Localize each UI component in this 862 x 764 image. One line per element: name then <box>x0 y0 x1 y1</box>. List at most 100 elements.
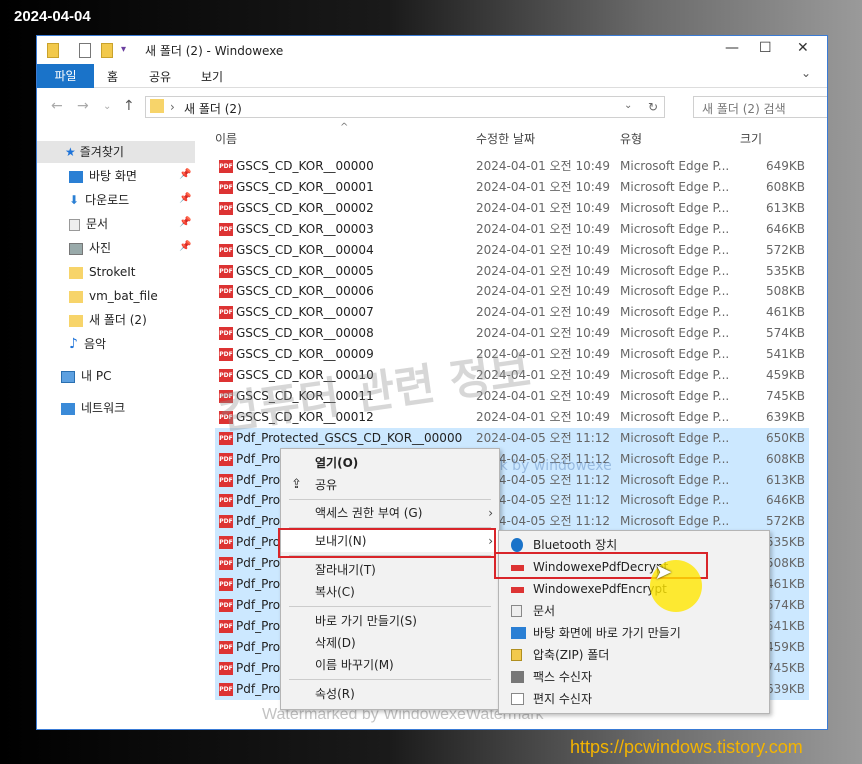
sidebar-item-pictures[interactable]: 사진 <box>69 237 111 259</box>
menu-item-delete[interactable]: 삭제(D) <box>281 632 499 654</box>
sidebar-item-desktop[interactable]: 바탕 화면 <box>69 165 137 187</box>
file-size: 639KB <box>765 681 805 696</box>
file-type: Microsoft Edge P... <box>620 326 730 341</box>
site-url: https://pcwindows.tistory.com <box>570 737 803 757</box>
refresh-icon[interactable]: ↻ <box>648 100 658 114</box>
file-name: GSCS_CD_KOR__00008 <box>236 326 374 341</box>
file-size: 608KB <box>765 451 805 466</box>
table-row[interactable]: PDF GSCS_CD_KOR__00004 2024-04-01 오전 10:49… <box>215 240 809 261</box>
sidebar-item-new-folder-2[interactable]: 새 폴더 (2) <box>69 309 147 331</box>
ribbon-expand-icon[interactable]: ⌄ <box>801 66 811 80</box>
column-size[interactable]: 크기 <box>740 130 762 147</box>
sidebar-item-music[interactable]: ♪ 음악 <box>69 333 106 355</box>
file-size: 574KB <box>765 326 805 341</box>
table-row[interactable]: PDF GSCS_CD_KOR__00006 2024-04-01 오전 10:49… <box>215 281 809 302</box>
menu-item-give-access[interactable]: 액세스 권한 부여 (G) › <box>281 502 499 524</box>
file-type: Microsoft Edge P... <box>620 347 730 362</box>
address-bar[interactable]: › 새 폴더 (2) ⌄ ↻ <box>145 96 665 118</box>
file-size: 574KB <box>765 597 805 612</box>
sidebar-item-network[interactable]: 네트워크 <box>61 397 125 419</box>
back-icon[interactable]: ← <box>51 98 63 114</box>
submenu-item-desktop-shortcut[interactable]: 바탕 화면에 바로 가기 만들기 <box>499 622 769 644</box>
table-row[interactable]: PDF GSCS_CD_KOR__00003 2024-04-01 오전 10:49… <box>215 219 809 240</box>
column-type[interactable]: 유형 <box>620 130 642 147</box>
submenu-item-zip[interactable]: 압축(ZIP) 폴더 <box>499 644 769 666</box>
address-dropdown-icon[interactable]: ⌄ <box>624 100 632 111</box>
pdf-icon <box>511 587 524 593</box>
network-icon <box>61 402 75 415</box>
table-row[interactable]: PDF GSCS_CD_KOR__00000 2024-04-01 오전 10:49… <box>215 156 809 177</box>
forward-icon[interactable]: → <box>77 98 89 114</box>
breadcrumb-separator-icon: › <box>170 100 175 114</box>
menu-item-share[interactable]: ⇪ 공유 <box>281 474 499 496</box>
pdf-icon: PDF <box>219 201 233 215</box>
file-date: 2024-04-01 오전 10:49 <box>476 159 611 173</box>
menu-item-copy[interactable]: 복사(C) <box>281 581 499 603</box>
submenu-item-documents[interactable]: 문서 <box>499 600 769 622</box>
properties-icon[interactable] <box>79 43 91 58</box>
folder-icon <box>69 290 83 303</box>
new-folder-icon[interactable] <box>101 43 113 58</box>
search-input[interactable]: 새 폴더 (2) 검색 <box>693 96 827 118</box>
file-size: 459KB <box>765 639 805 654</box>
pdf-icon: PDF <box>219 348 233 362</box>
file-size: 639KB <box>765 409 805 424</box>
maximize-button[interactable]: ☐ <box>759 40 772 56</box>
fax-icon <box>511 671 524 683</box>
mail-icon <box>511 693 524 705</box>
menu-item-properties[interactable]: 속성(R) <box>281 683 499 705</box>
menu-item-open[interactable]: 열기(O) <box>281 452 499 474</box>
table-row[interactable]: PDF GSCS_CD_KOR__00002 2024-04-01 오전 10:49… <box>215 198 809 219</box>
menu-item-create-shortcut[interactable]: 바로 가기 만들기(S) <box>281 610 499 632</box>
pdf-icon: PDF <box>219 515 233 529</box>
file-name: GSCS_CD_KOR__00000 <box>236 159 374 173</box>
file-type: Microsoft Edge P... <box>620 221 730 236</box>
pdf-icon: PDF <box>219 578 233 591</box>
pdf-icon: PDF <box>219 557 233 571</box>
table-row[interactable]: PDF GSCS_CD_KOR__00001 2024-04-01 오전 10:49… <box>215 177 809 198</box>
navigation-pane: ★ 즐겨찾기 바탕 화면 📌 ⬇ 다운로드 📌 문서 📌 사진 📌 StrokeIt… <box>37 128 215 728</box>
file-name: GSCS_CD_KOR__00005 <box>236 263 374 278</box>
table-row[interactable]: PDF Pdf_Protected_GSCS_CD_KOR__00000 2024-… <box>215 427 809 449</box>
sidebar-item-documents[interactable]: 문서 <box>69 213 108 235</box>
tab-file[interactable]: 파일 <box>37 64 94 88</box>
sort-arrow-icon: ^ <box>340 122 349 133</box>
menu-item-rename[interactable]: 이름 바꾸기(M) <box>281 654 499 676</box>
pdf-icon: PDF <box>219 222 233 236</box>
sidebar-item-this-pc[interactable]: 내 PC <box>61 365 111 387</box>
minimize-button[interactable]: — <box>725 40 739 56</box>
tab-view[interactable]: 보기 <box>201 68 223 85</box>
sidebar-item-downloads[interactable]: ⬇ 다운로드 <box>69 189 129 211</box>
table-row[interactable]: PDF GSCS_CD_KOR__00007 2024-04-01 오전 10:49… <box>215 302 809 323</box>
sidebar-item-quick-access[interactable]: ★ 즐겨찾기 <box>37 141 195 163</box>
column-date[interactable]: 수정한 날짜 <box>476 130 535 147</box>
close-button[interactable]: ✕ <box>797 40 809 56</box>
file-name: Pdf_Prot <box>236 493 285 508</box>
folder-icon <box>69 266 83 279</box>
table-row[interactable]: PDF GSCS_CD_KOR__00005 2024-04-01 오전 10:49… <box>215 261 809 282</box>
submenu-item-mail[interactable]: 편지 수신자 <box>499 688 769 710</box>
chevron-down-icon[interactable]: ▾ <box>121 44 126 55</box>
tab-share[interactable]: 공유 <box>149 68 171 85</box>
up-icon[interactable]: ↑ <box>123 98 135 114</box>
file-type: Microsoft Edge P... <box>620 242 730 257</box>
file-date: 2024-04-01 오전 10:49 <box>476 305 611 320</box>
tab-home[interactable]: 홈 <box>107 68 118 85</box>
breadcrumb[interactable]: 새 폴더 (2) <box>184 100 242 117</box>
submenu-item-fax[interactable]: 팩스 수신자 <box>499 666 769 688</box>
file-date: 2024-04-01 오전 10:49 <box>476 284 611 299</box>
file-type: Microsoft Edge P... <box>620 305 730 320</box>
file-size: 646KB <box>765 493 805 508</box>
file-name: GSCS_CD_KOR__00006 <box>236 284 374 299</box>
pdf-icon: PDF <box>219 598 233 612</box>
recent-chevron-icon[interactable]: ⌄ <box>103 101 111 112</box>
pin-icon: 📌 <box>179 169 192 180</box>
sidebar-item-strokeit[interactable]: StrokeIt <box>69 261 135 283</box>
file-size: 613KB <box>765 200 805 215</box>
submenu-item-pdf-encrypt[interactable]: WindowexePdfEncrypt <box>499 578 769 600</box>
file-name: GSCS_CD_KOR__00001 <box>236 179 374 194</box>
sidebar-item-vm-bat-file[interactable]: vm_bat_file <box>69 285 158 307</box>
menu-item-cut[interactable]: 잘라내기(T) <box>281 559 499 581</box>
file-name: Pdf_Prot <box>236 681 285 696</box>
column-name[interactable]: 이름 <box>215 130 237 147</box>
